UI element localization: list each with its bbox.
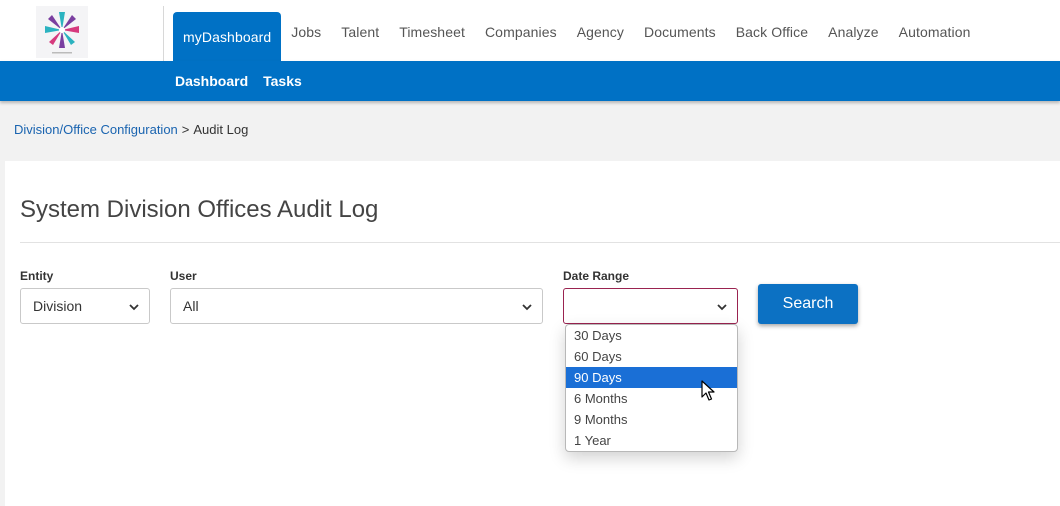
- nav-item-timesheet[interactable]: Timesheet: [389, 12, 475, 52]
- date-range-option-1-year[interactable]: 1 Year: [566, 430, 737, 451]
- breadcrumb-separator: >: [181, 122, 190, 137]
- chevron-down-icon: [129, 304, 139, 311]
- date-range-label: Date Range: [563, 269, 630, 283]
- chevron-down-icon: [717, 304, 727, 311]
- nav-item-mydashboard[interactable]: myDashboard: [173, 12, 282, 61]
- date-range-option-9-months[interactable]: 9 Months: [566, 409, 737, 430]
- nav-item-companies[interactable]: Companies: [475, 12, 567, 52]
- subnav-item-tasks[interactable]: Tasks: [263, 73, 302, 89]
- nav-item-agency[interactable]: Agency: [567, 12, 634, 52]
- page-title: System Division Offices Audit Log: [20, 196, 379, 223]
- nav-item-documents[interactable]: Documents: [634, 12, 726, 52]
- chevron-down-icon: [522, 304, 532, 311]
- entity-label: Entity: [20, 269, 54, 283]
- date-range-option-60-days[interactable]: 60 Days: [566, 346, 737, 367]
- breadcrumb-link-division-office-configuration[interactable]: Division/Office Configuration: [14, 122, 178, 137]
- nav-item-jobs[interactable]: Jobs: [281, 12, 331, 52]
- mouse-pointer-icon: [701, 380, 715, 401]
- nav-item-analyze[interactable]: Analyze: [818, 12, 889, 52]
- nav-item-automation[interactable]: Automation: [889, 12, 981, 52]
- breadcrumb-current: Audit Log: [193, 122, 249, 137]
- user-select-value: All: [183, 298, 199, 314]
- date-range-option-30-days[interactable]: 30 Days: [566, 325, 737, 346]
- subnav-item-dashboard[interactable]: Dashboard: [175, 73, 248, 89]
- main-nav: myDashboard Jobs Talent Timesheet Compan…: [173, 12, 980, 61]
- company-logo-icon[interactable]: [36, 6, 88, 58]
- user-select[interactable]: All: [170, 288, 543, 324]
- title-divider: [20, 242, 1060, 243]
- breadcrumb: Division/Office Configuration > Audit Lo…: [14, 122, 248, 137]
- user-label: User: [170, 269, 197, 283]
- nav-item-back-office[interactable]: Back Office: [726, 12, 818, 52]
- entity-select-value: Division: [33, 298, 83, 314]
- sub-navigation-bar: Dashboard Tasks: [0, 61, 1060, 101]
- top-navigation-bar: myDashboard Jobs Talent Timesheet Compan…: [0, 0, 1060, 61]
- entity-select[interactable]: Division: [20, 288, 150, 324]
- search-button[interactable]: Search: [758, 284, 858, 324]
- date-range-select[interactable]: [563, 288, 738, 324]
- sub-nav: Dashboard Tasks: [175, 61, 302, 101]
- nav-item-talent[interactable]: Talent: [331, 12, 389, 52]
- logo-divider: [163, 6, 164, 61]
